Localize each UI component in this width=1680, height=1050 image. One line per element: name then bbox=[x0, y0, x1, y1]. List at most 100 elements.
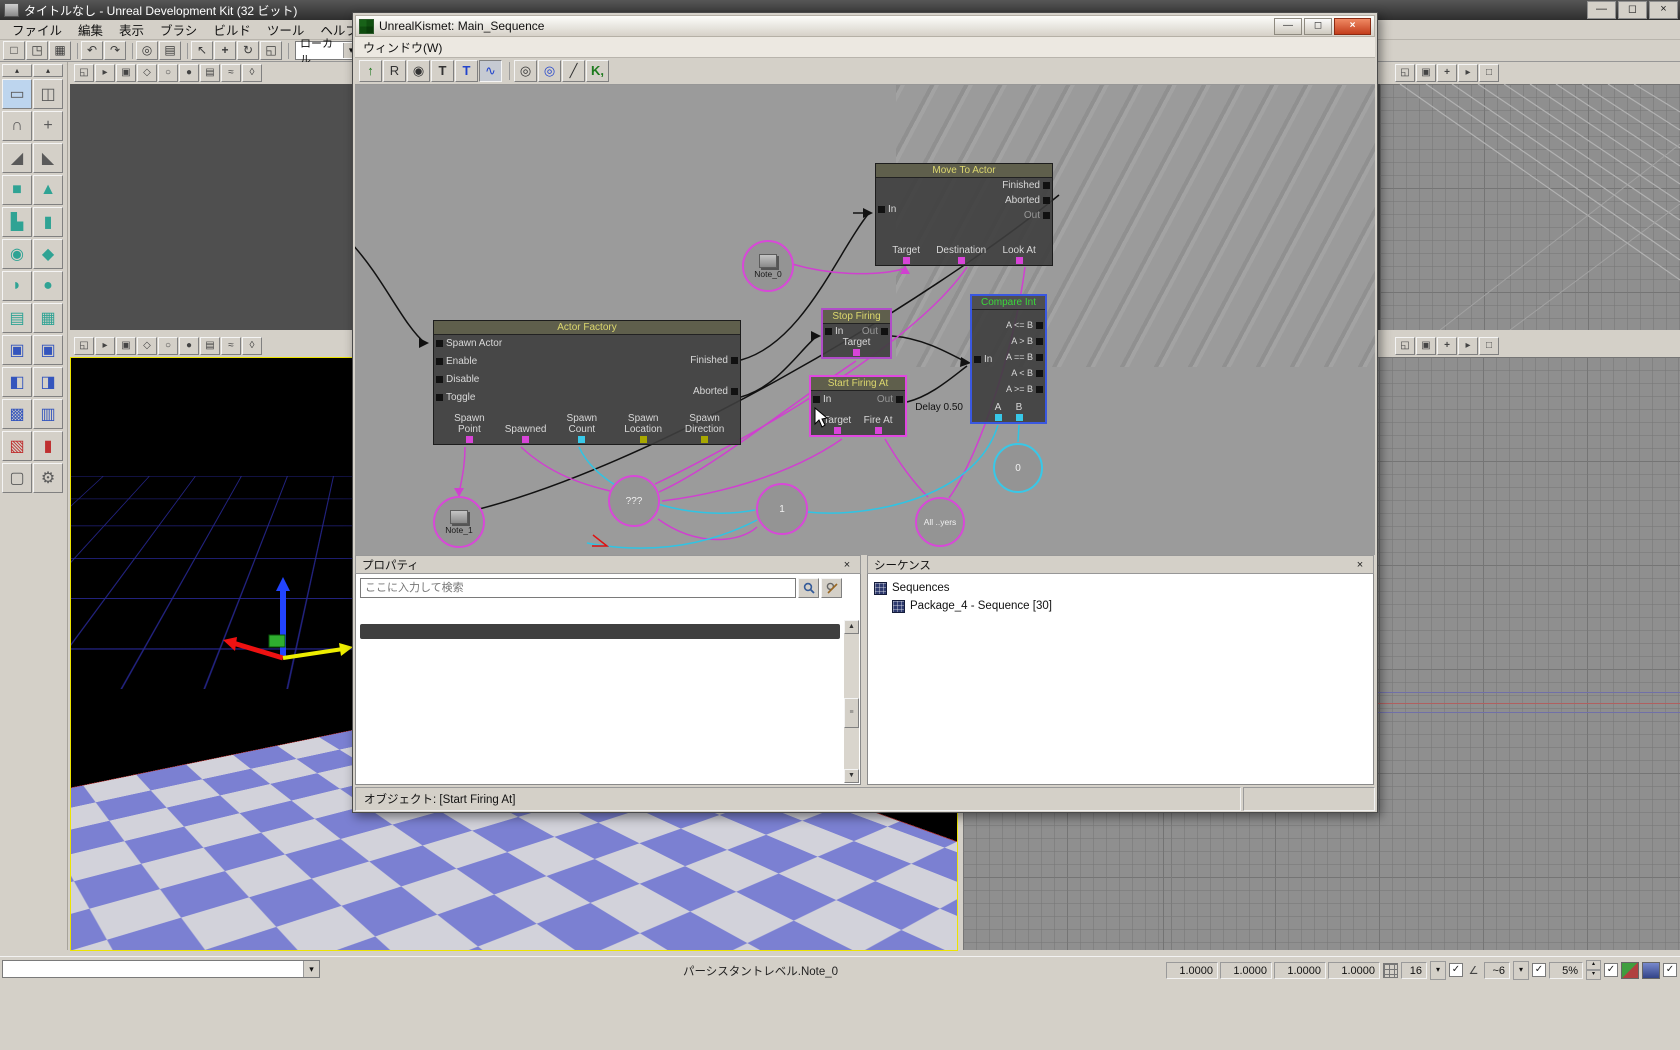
cube-builder-icon[interactable]: ■ bbox=[2, 175, 32, 205]
kismet-node-actor-factory[interactable]: Actor Factory Spawn ActorEnableDisableTo… bbox=[433, 320, 741, 445]
detail-view-icon[interactable]: ▤ bbox=[200, 337, 220, 355]
camera-perspective-icon[interactable]: ▣ bbox=[116, 64, 136, 82]
csg-subtract-icon[interactable]: ▣ bbox=[33, 335, 63, 365]
square-view-icon[interactable]: □ bbox=[1479, 64, 1499, 82]
separator[interactable] bbox=[185, 43, 188, 59]
properties-header[interactable]: プロパティ × bbox=[355, 555, 861, 574]
scale-tool-icon[interactable]: ◱ bbox=[260, 41, 282, 60]
search-button[interactable] bbox=[798, 578, 819, 598]
csg-add-icon[interactable]: ▣ bbox=[2, 335, 32, 365]
output-pin[interactable]: A <= B bbox=[1006, 320, 1043, 330]
select-tool-icon[interactable]: ↖ bbox=[191, 41, 213, 60]
hide-connectors-icon[interactable]: ◉ bbox=[407, 60, 430, 82]
realtime-icon[interactable]: ▸ bbox=[95, 64, 115, 82]
rotation-grid-checkbox[interactable]: ✓ bbox=[1532, 963, 1546, 977]
unlit-view-icon[interactable]: ○ bbox=[158, 64, 178, 82]
actor-class-combo[interactable]: ▾ bbox=[2, 960, 320, 978]
output-pin[interactable]: Finished bbox=[690, 355, 738, 366]
palette-collapse-button[interactable]: ▴ bbox=[33, 64, 63, 77]
kismet-node-stop-firing[interactable]: Stop Firing In Out Target bbox=[821, 308, 892, 359]
camera-top-icon[interactable]: ▣ bbox=[1416, 64, 1436, 82]
search-actors-icon[interactable]: ◎ bbox=[136, 41, 158, 60]
cylinder-builder-icon[interactable]: ▮ bbox=[33, 207, 63, 237]
output-pin[interactable]: A < B bbox=[1011, 368, 1043, 378]
sheet-builder-icon[interactable]: ◆ bbox=[33, 239, 63, 269]
kismet-menu-window[interactable]: ウィンドウ(W) bbox=[363, 39, 442, 56]
mover-brush-icon[interactable]: ▮ bbox=[33, 431, 63, 461]
search-input[interactable] bbox=[360, 578, 796, 598]
realtime-icon[interactable]: ▸ bbox=[1458, 64, 1478, 82]
variable-pin[interactable]: Spawn Direction bbox=[679, 414, 731, 443]
variable-pin[interactable]: B bbox=[1016, 403, 1023, 422]
show-curves-icon[interactable]: ∿ bbox=[479, 60, 502, 82]
kismet-title-bar[interactable]: UnrealKismet: Main_Sequence — ◻ × bbox=[355, 15, 1375, 37]
property-category-bar[interactable] bbox=[360, 624, 840, 639]
detail-view-icon[interactable]: ▤ bbox=[200, 64, 220, 82]
new-connection-icon[interactable]: ╱ bbox=[562, 60, 585, 82]
kismet-node-compare-int[interactable]: Compare Int In A <= BA > BA == BA < BA >… bbox=[970, 294, 1047, 424]
separator[interactable] bbox=[130, 43, 133, 59]
kismet-var-zero[interactable]: 0 bbox=[993, 443, 1043, 493]
zoom-to-fit-icon[interactable]: ◎ bbox=[514, 60, 537, 82]
save-all-icon[interactable]: ▦ bbox=[49, 41, 71, 60]
realtime-icon[interactable]: ▸ bbox=[1458, 337, 1478, 355]
zoom-selected-icon[interactable]: ◎ bbox=[538, 60, 561, 82]
kismet-var-note1[interactable]: Note_1 bbox=[433, 496, 485, 548]
separator[interactable] bbox=[75, 43, 78, 59]
show-default-connectors-icon[interactable]: T bbox=[431, 60, 454, 82]
variable-pin[interactable]: Fire At bbox=[864, 416, 893, 435]
maximize-button[interactable]: ◻ bbox=[1618, 1, 1647, 19]
variable-pin[interactable]: Spawn Point bbox=[443, 414, 495, 443]
tree-item-sequences[interactable]: Sequences bbox=[874, 579, 1367, 597]
close-icon[interactable]: × bbox=[1353, 559, 1367, 571]
output-pin[interactable]: Out bbox=[1024, 210, 1050, 221]
brush-clip-icon[interactable]: ◢ bbox=[2, 143, 32, 173]
drag-grid-checkbox[interactable]: ✓ bbox=[1449, 963, 1463, 977]
volume-builder-icon[interactable]: ▦ bbox=[33, 303, 63, 333]
close-icon[interactable]: × bbox=[840, 559, 854, 571]
card-builder-icon[interactable]: ▤ bbox=[2, 303, 32, 333]
translate-tool-icon[interactable]: + bbox=[214, 41, 236, 60]
translate-widget-icon[interactable]: + bbox=[33, 111, 63, 141]
show-flags-viewport-icon[interactable]: ≈ bbox=[221, 337, 241, 355]
output-pin[interactable]: Aborted bbox=[1005, 195, 1050, 206]
input-pin[interactable]: In bbox=[825, 326, 843, 337]
gear-icon[interactable]: ⚙ bbox=[33, 463, 63, 493]
lit-view-icon[interactable]: ● bbox=[179, 64, 199, 82]
geometry-mode-icon[interactable]: ◫ bbox=[33, 79, 63, 109]
input-pin[interactable]: In bbox=[878, 204, 896, 215]
separator[interactable] bbox=[507, 62, 510, 80]
wireframe-view-icon[interactable]: ◇ bbox=[137, 337, 157, 355]
output-pin[interactable]: Out bbox=[862, 326, 888, 337]
viewport-maximize-icon[interactable]: ◱ bbox=[1395, 337, 1415, 355]
kismet-close-button[interactable]: × bbox=[1334, 18, 1371, 35]
terrain-mode-icon[interactable]: ∩ bbox=[2, 111, 32, 141]
volume-add-icon[interactable]: ▥ bbox=[33, 399, 63, 429]
variable-pin[interactable]: Target bbox=[892, 246, 920, 265]
coordinate-system-combo[interactable]: ローカル ▾ bbox=[295, 41, 359, 60]
autosave-status-icon[interactable] bbox=[1621, 962, 1639, 979]
spin-down-icon[interactable]: ▾ bbox=[1586, 970, 1601, 980]
kismet-var-all-players[interactable]: All ..yers bbox=[915, 497, 965, 547]
input-pin[interactable]: Enable bbox=[436, 356, 502, 367]
stairs-builder-icon[interactable]: ▙ bbox=[2, 207, 32, 237]
show-all-connectors-icon[interactable]: T bbox=[455, 60, 478, 82]
minimize-button[interactable]: — bbox=[1587, 1, 1616, 19]
camera-top-icon[interactable]: ▣ bbox=[1416, 337, 1436, 355]
viewport-top-right[interactable] bbox=[1380, 84, 1680, 330]
variable-pin[interactable]: Spawned bbox=[505, 425, 547, 444]
input-pin[interactable]: In bbox=[974, 354, 992, 365]
grid-view-icon[interactable]: + bbox=[1437, 64, 1457, 82]
camera-mode-icon[interactable]: ▭ bbox=[2, 79, 32, 109]
input-pin[interactable]: Disable bbox=[436, 374, 502, 385]
output-pin[interactable]: A >= B bbox=[1006, 384, 1043, 394]
input-pin[interactable]: In bbox=[813, 394, 831, 405]
output-pin[interactable]: Aborted bbox=[693, 386, 738, 397]
input-pin[interactable]: Spawn Actor bbox=[436, 338, 502, 349]
kismet-node-move-to-actor[interactable]: Move To Actor In FinishedAbortedOut Targ… bbox=[875, 163, 1053, 266]
camera-perspective-icon[interactable]: ▣ bbox=[116, 337, 136, 355]
publish-checkbox[interactable]: ✓ bbox=[1663, 963, 1677, 977]
menu-item[interactable]: 表示 bbox=[111, 18, 152, 41]
variable-pin[interactable]: Target bbox=[843, 338, 871, 357]
widget-toggle-icon[interactable]: ▢ bbox=[2, 463, 32, 493]
